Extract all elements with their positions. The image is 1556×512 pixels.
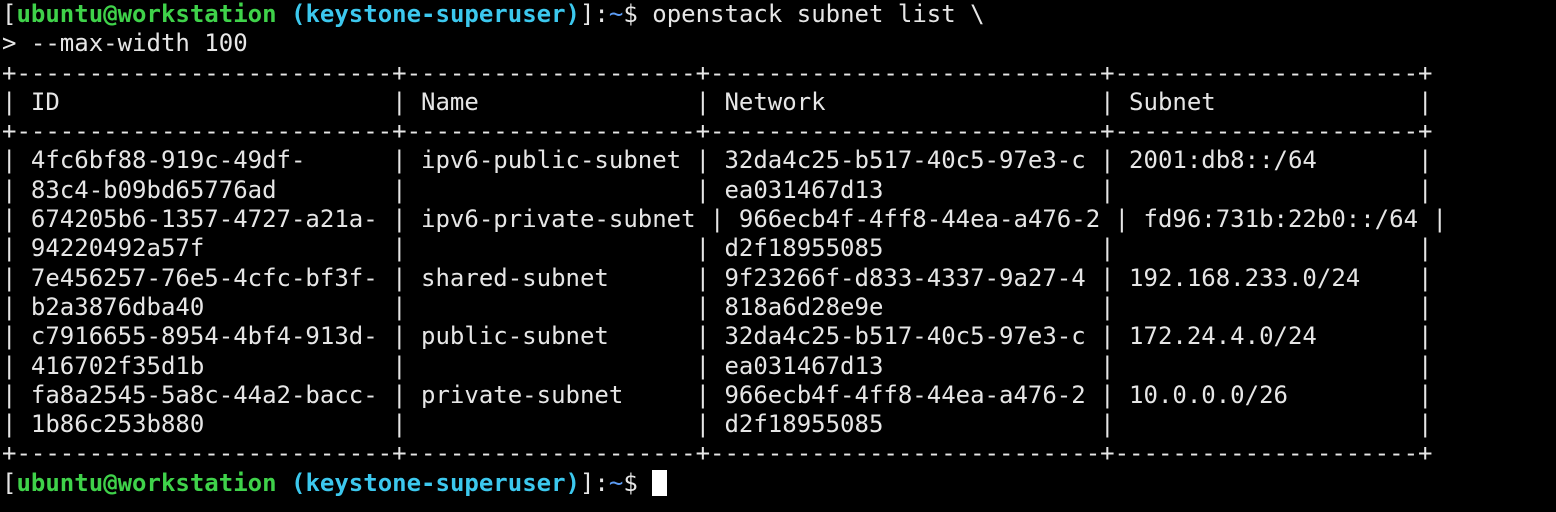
table-row: | 1b86c253b880 | | d2f18955085 | | [2, 410, 1433, 439]
table-row: | 4fc6bf88-919c-49df- | ipv6-public-subn… [2, 146, 1433, 175]
prompt-cwd: ~ [608, 0, 624, 28]
prompt-close-bracket: ]: [579, 468, 609, 497]
table-row: | fa8a2545-5a8c-44a2-bacc- | private-sub… [2, 380, 1433, 409]
text-cursor[interactable] [652, 469, 668, 496]
table-row: | b2a3876dba40 | | 818a6d28e9e | | [2, 292, 1433, 321]
command-text: openstack subnet list \ [652, 0, 985, 28]
prompt-cwd: ~ [608, 468, 624, 497]
table-row: | 83c4-b09bd65776ad | | ea031467d13 | | [2, 175, 1433, 204]
prompt-venv: (keystone-superuser) [291, 0, 580, 28]
prompt-user-host: ubuntu@workstation [16, 0, 277, 28]
table-row: | 94220492a57f | | d2f18955085 | | [2, 234, 1433, 263]
command-prompt-line: [ubuntu@workstation (keystone-superuser)… [2, 0, 1556, 29]
prompt-dollar: $ [623, 0, 653, 28]
table-border-bottom: +--------------------------+------------… [2, 439, 1433, 468]
table-header: | ID | Name | Network | Subnet | [2, 87, 1433, 116]
terminal-window[interactable]: [ubuntu@workstation (keystone-superuser)… [0, 0, 1556, 512]
prompt-user-host: ubuntu@workstation [16, 468, 277, 497]
table-row: | 416702f35d1b | | ea031467d13 | | [2, 351, 1433, 380]
table-row: | 7e456257-76e5-4cfc-bf3f- | shared-subn… [2, 263, 1433, 292]
command-continuation: > --max-width 100 [2, 29, 248, 58]
prompt-venv: (keystone-superuser) [291, 468, 580, 497]
table-border-top: +--------------------------+------------… [2, 58, 1433, 87]
prompt-open-bracket: [ [2, 468, 17, 497]
table-row: | c7916655-8954-4bf4-913d- | public-subn… [2, 322, 1433, 351]
prompt-dollar: $ [623, 468, 653, 497]
prompt-open-bracket: [ [2, 0, 17, 28]
prompt-close-bracket: ]: [579, 0, 609, 28]
active-prompt-line[interactable]: [ubuntu@workstation (keystone-superuser)… [2, 469, 1556, 498]
table-row: | 674205b6-1357-4727-a21a- | ipv6-privat… [2, 205, 1447, 234]
table-border-mid: +--------------------------+------------… [2, 117, 1433, 146]
